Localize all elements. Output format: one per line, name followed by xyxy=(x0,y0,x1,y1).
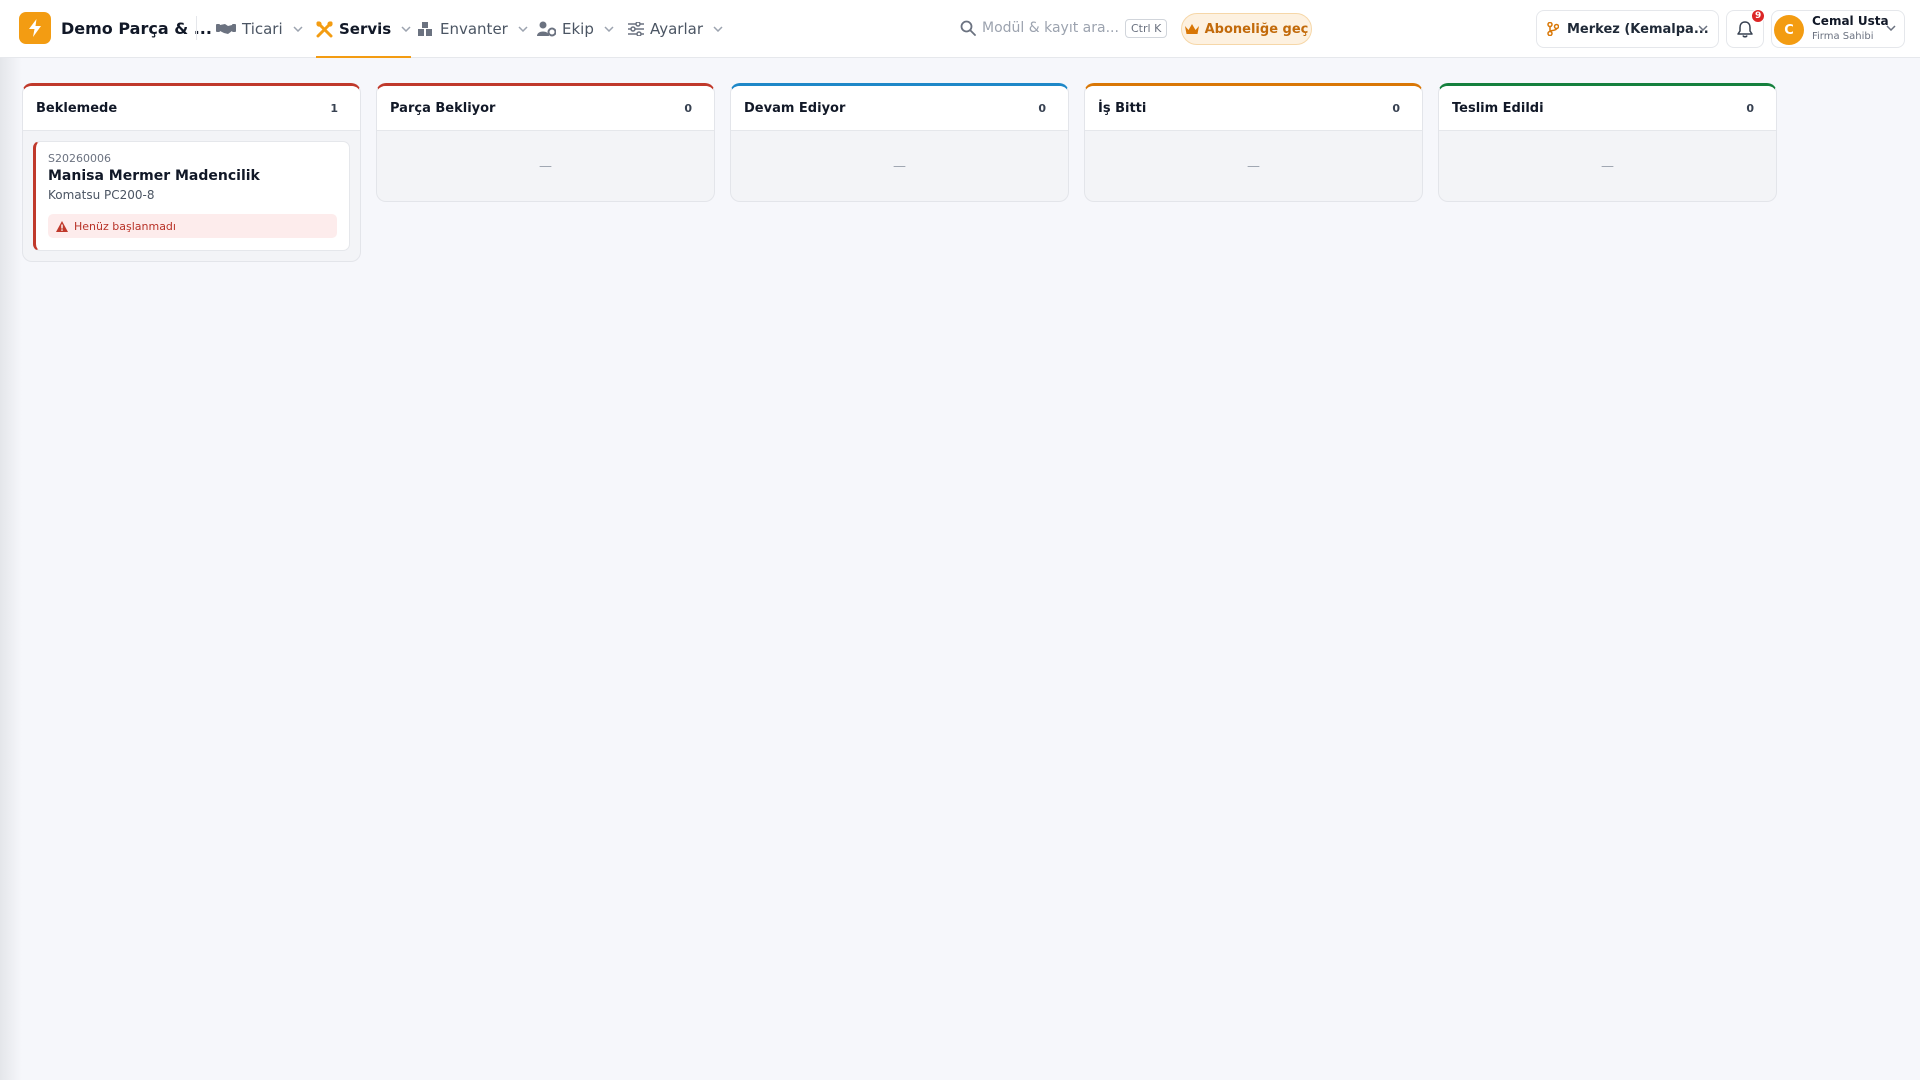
chevron-down-icon xyxy=(518,26,528,32)
bell-icon xyxy=(1737,20,1753,38)
column-parca-bekliyor: Parça Bekliyor 0 — xyxy=(376,83,715,202)
crown-icon xyxy=(1184,23,1199,34)
column-count: 0 xyxy=(684,101,692,115)
search-icon xyxy=(960,20,976,36)
status-badge: Henüz başlanmadı xyxy=(48,214,337,238)
chevron-down-icon xyxy=(713,26,723,32)
chevron-down-icon xyxy=(1886,25,1896,31)
column-title: İş Bitti xyxy=(1098,100,1147,116)
service-card[interactable]: S20260006 Manisa Mermer Madencilik Komat… xyxy=(33,141,350,251)
column-header: Beklemede 1 xyxy=(23,86,360,131)
column-title: Teslim Edildi xyxy=(1452,100,1544,116)
column-count: 0 xyxy=(1038,101,1046,115)
user-menu[interactable]: C Cemal Usta Firma Sahibi xyxy=(1771,10,1905,48)
column-beklemede: Beklemede 1 S20260006 Manisa Mermer Made… xyxy=(22,83,361,262)
warehouse-icon xyxy=(418,22,432,36)
left-edge-shadow xyxy=(0,58,22,1080)
header-divider xyxy=(196,16,197,40)
top-bar: Demo Parça & ... Ticari Servis Envanter xyxy=(0,0,1920,58)
machine-model: Komatsu PC200-8 xyxy=(48,188,155,202)
branch-icon xyxy=(1547,22,1559,36)
column-empty-placeholder: — xyxy=(893,158,906,174)
branch-selector[interactable]: Merkez (Kemalpa... xyxy=(1536,10,1719,48)
user-gear-icon xyxy=(537,21,556,37)
sliders-icon xyxy=(628,22,644,36)
column-header: Devam Ediyor 0 xyxy=(731,86,1068,131)
column-empty-placeholder: — xyxy=(1247,158,1260,174)
column-title: Parça Bekliyor xyxy=(390,100,496,116)
nav-envanter-label: Envanter xyxy=(440,20,508,38)
nav-envanter[interactable]: Envanter xyxy=(417,0,528,58)
column-body: S20260006 Manisa Mermer Madencilik Komat… xyxy=(23,131,360,261)
nav-ekip[interactable]: Ekip xyxy=(537,0,614,58)
app-logo[interactable] xyxy=(19,12,51,44)
nav-servis[interactable]: Servis xyxy=(316,0,412,58)
column-count: 1 xyxy=(330,101,338,115)
service-code: S20260006 xyxy=(48,152,111,165)
chevron-down-icon xyxy=(293,26,303,32)
nav-ticari-label: Ticari xyxy=(242,20,283,38)
warning-icon xyxy=(56,220,68,232)
column-header: Teslim Edildi 0 xyxy=(1439,86,1776,131)
customer-name: Manisa Mermer Madencilik xyxy=(48,168,260,184)
chevron-down-icon xyxy=(1698,25,1708,31)
user-role: Firma Sahibi xyxy=(1812,31,1874,42)
chevron-down-icon xyxy=(604,26,614,32)
handshake-icon xyxy=(216,24,236,34)
user-name: Cemal Usta xyxy=(1812,14,1889,28)
app-title[interactable]: Demo Parça & ... xyxy=(61,19,212,38)
column-count: 0 xyxy=(1746,101,1754,115)
nav-ekip-label: Ekip xyxy=(562,20,594,38)
column-title: Devam Ediyor xyxy=(744,100,846,116)
column-empty-placeholder: — xyxy=(539,158,552,174)
column-empty-placeholder: — xyxy=(1601,158,1614,174)
subscribe-button[interactable]: Aboneliğe geç xyxy=(1181,13,1312,45)
tools-icon xyxy=(316,20,333,37)
status-text: Henüz başlanmadı xyxy=(74,219,176,233)
nav-servis-label: Servis xyxy=(339,20,392,38)
column-is-bitti: İş Bitti 0 — xyxy=(1084,83,1423,202)
column-teslim-edildi: Teslim Edildi 0 — xyxy=(1438,83,1777,202)
column-count: 0 xyxy=(1392,101,1400,115)
global-search[interactable]: Ctrl K xyxy=(950,11,1168,45)
avatar: C xyxy=(1774,15,1804,45)
nav-ticari[interactable]: Ticari xyxy=(216,0,303,58)
notifications-button[interactable]: 9 xyxy=(1726,9,1766,48)
column-title: Beklemede xyxy=(36,100,118,116)
notification-count-badge: 9 xyxy=(1751,9,1766,23)
search-input[interactable] xyxy=(982,15,1122,41)
subscribe-label: Aboneliğe geç xyxy=(1204,21,1309,37)
nav-ayarlar[interactable]: Ayarlar xyxy=(628,0,723,58)
column-header: Parça Bekliyor 0 xyxy=(377,86,714,131)
search-shortcut-hint: Ctrl K xyxy=(1125,19,1168,38)
column-header: İş Bitti 0 xyxy=(1085,86,1422,131)
nav-ayarlar-label: Ayarlar xyxy=(650,20,704,38)
branch-label: Merkez (Kemalpa... xyxy=(1567,21,1709,37)
column-devam-ediyor: Devam Ediyor 0 — xyxy=(730,83,1069,202)
lightning-icon xyxy=(29,19,41,37)
chevron-down-icon xyxy=(401,26,411,32)
